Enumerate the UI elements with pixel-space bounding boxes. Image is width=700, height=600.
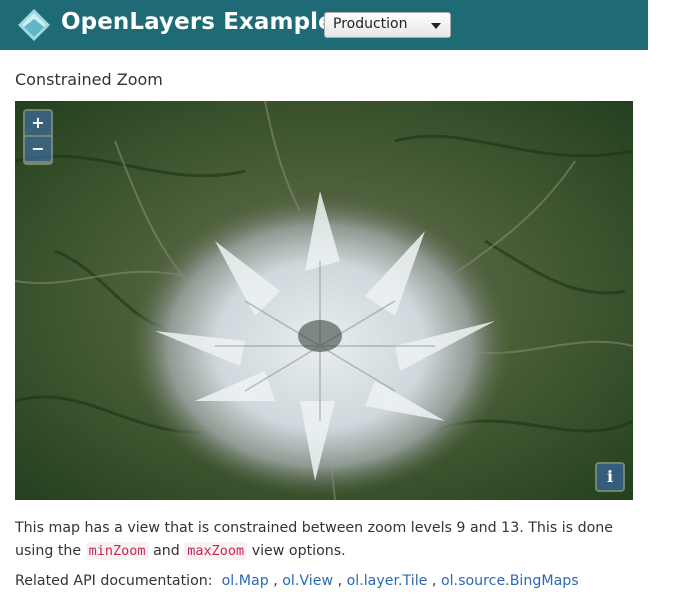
description-text-3: view options. <box>251 543 346 559</box>
link-separator: , <box>273 573 278 589</box>
navbar: OpenLayers Examples Production <box>0 0 648 50</box>
openlayers-logo-icon[interactable] <box>17 8 51 42</box>
attribution-control: i <box>595 462 625 492</box>
chevron-down-icon <box>431 23 441 29</box>
map-viewport[interactable]: + − i <box>15 101 633 500</box>
attribution-info-button[interactable]: i <box>597 464 623 490</box>
description-text-2: and <box>153 543 180 559</box>
version-select-value: Production <box>333 16 408 32</box>
zoom-out-button[interactable]: − <box>25 137 51 161</box>
max-zoom-code: maxZoom <box>184 542 248 560</box>
api-link-ol-view[interactable]: ol.View <box>282 573 333 589</box>
page-title: Constrained Zoom <box>15 70 163 89</box>
brand-title[interactable]: OpenLayers Examples <box>61 9 348 35</box>
map-description: This map has a view that is constrained … <box>15 517 655 563</box>
link-separator: , <box>337 573 343 589</box>
version-select[interactable]: Production <box>324 12 451 38</box>
api-link-ol-layer-tile[interactable]: ol.layer.Tile <box>347 573 428 589</box>
min-zoom-code: minZoom <box>85 542 149 560</box>
api-link-ol-source-bingmaps[interactable]: ol.source.BingMaps <box>441 573 579 589</box>
api-link-ol-map[interactable]: ol.Map <box>222 573 269 589</box>
zoom-control: + − <box>23 109 53 165</box>
zoom-in-button[interactable]: + <box>25 111 51 135</box>
related-api-label: Related API documentation: <box>15 573 213 589</box>
satellite-imagery <box>15 101 633 500</box>
related-api-docs: Related API documentation: ol.Map , ol.V… <box>15 573 579 589</box>
link-separator: , <box>431 573 437 589</box>
